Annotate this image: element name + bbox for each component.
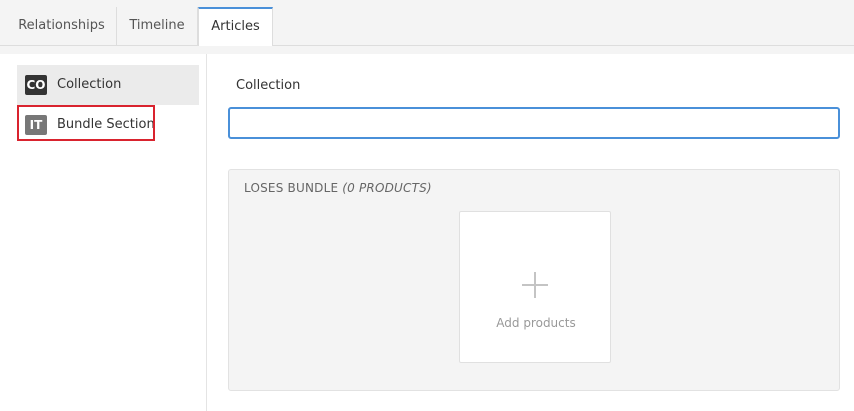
collection-input[interactable] <box>228 107 840 139</box>
bundle-name: LOSES BUNDLE <box>244 181 339 195</box>
content-gap <box>0 46 854 54</box>
collection-type-icon: CO <box>25 75 47 95</box>
section-item-collection[interactable]: CO Collection <box>17 65 199 105</box>
bundle-title: LOSES BUNDLE (0 PRODUCTS) <box>244 181 432 195</box>
section-item-label: Collection <box>57 77 122 92</box>
tab-articles[interactable]: Articles <box>198 7 273 47</box>
tab-relationships[interactable]: Relationships <box>7 7 117 46</box>
add-products-button[interactable]: Add products <box>459 211 611 363</box>
tab-timeline[interactable]: Timeline <box>117 7 198 46</box>
section-item-bundle-section[interactable]: IT Bundle Section <box>17 105 199 145</box>
bundle-product-count: (0 PRODUCTS) <box>342 181 432 195</box>
tab-bar: Relationships Timeline Articles <box>0 0 854 47</box>
highlight-box <box>17 105 155 141</box>
section-list: CO Collection IT Bundle Section <box>7 54 207 411</box>
collection-field-label: Collection <box>236 78 301 93</box>
add-products-label: Add products <box>496 316 576 330</box>
plus-icon <box>522 272 548 298</box>
bundle-panel: LOSES BUNDLE (0 PRODUCTS) Add products <box>228 169 840 391</box>
